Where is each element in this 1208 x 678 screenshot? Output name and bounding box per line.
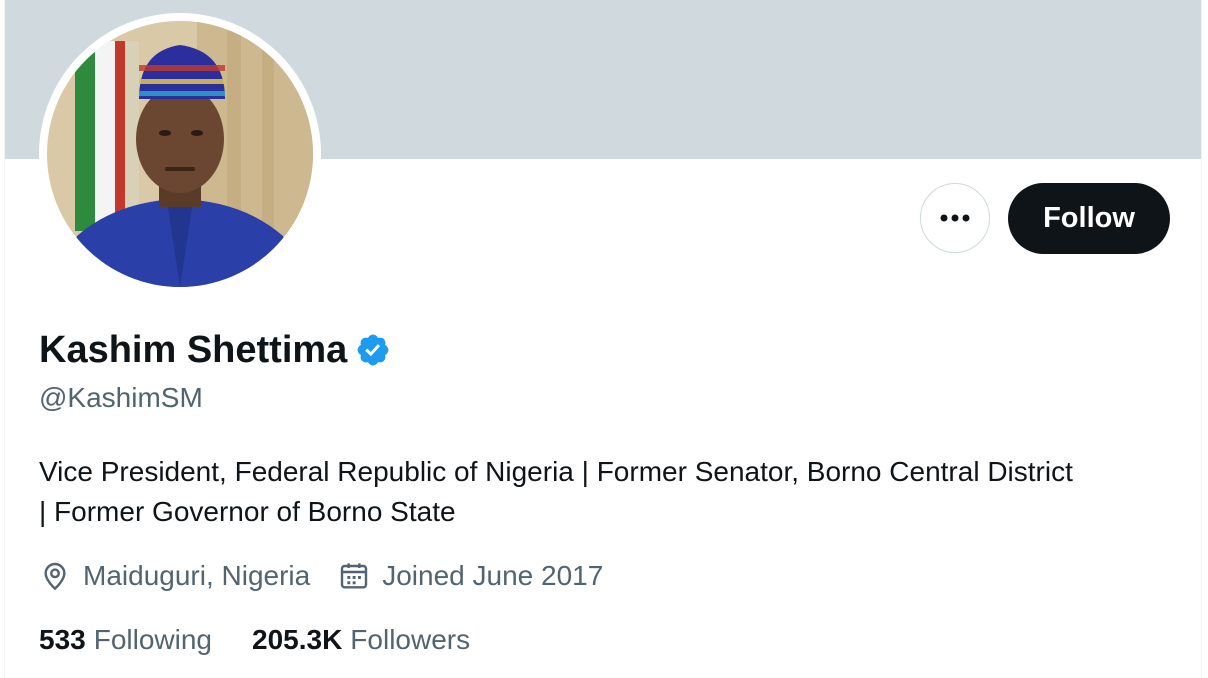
more-horizontal-icon	[940, 214, 970, 222]
following-link[interactable]: 533 Following	[39, 624, 212, 656]
profile-meta: Maiduguri, Nigeria Joined June 2017	[39, 556, 603, 596]
following-label: Following	[93, 624, 212, 655]
profile-stats: 533 Following 205.3K Followers	[39, 620, 470, 660]
bio-line: | Former Governor of Borno State	[39, 496, 456, 527]
user-handle: @KashimSM	[39, 382, 203, 413]
verified-badge-icon[interactable]	[355, 332, 391, 368]
name-row: Kashim Shettima	[39, 325, 391, 375]
location-item: Maiduguri, Nigeria	[39, 560, 310, 592]
location-pin-icon	[44, 562, 66, 591]
joined-item: Joined June 2017	[338, 560, 603, 592]
more-options-button[interactable]	[920, 183, 990, 253]
follow-button[interactable]: Follow	[1008, 183, 1170, 254]
joined-date: Joined June 2017	[382, 560, 604, 591]
display-name: Kashim Shettima	[39, 328, 348, 371]
profile-header: Follow Kashim Shettima @KashimSM Vice Pr…	[4, 0, 1202, 678]
followers-link[interactable]: 205.3K Followers	[252, 624, 470, 656]
avatar-photo	[47, 21, 313, 287]
followers-label: Followers	[350, 624, 471, 655]
followers-count: 205.3K	[252, 624, 343, 655]
profile-bio: Vice President, Federal Republic of Nige…	[39, 452, 1179, 532]
bio-line: Vice President, Federal Republic of Nige…	[39, 456, 1073, 487]
location-text: Maiduguri, Nigeria	[83, 560, 311, 591]
following-count: 533	[39, 624, 86, 655]
calendar-icon	[341, 563, 368, 589]
avatar-border	[39, 13, 321, 295]
avatar[interactable]	[47, 21, 313, 287]
